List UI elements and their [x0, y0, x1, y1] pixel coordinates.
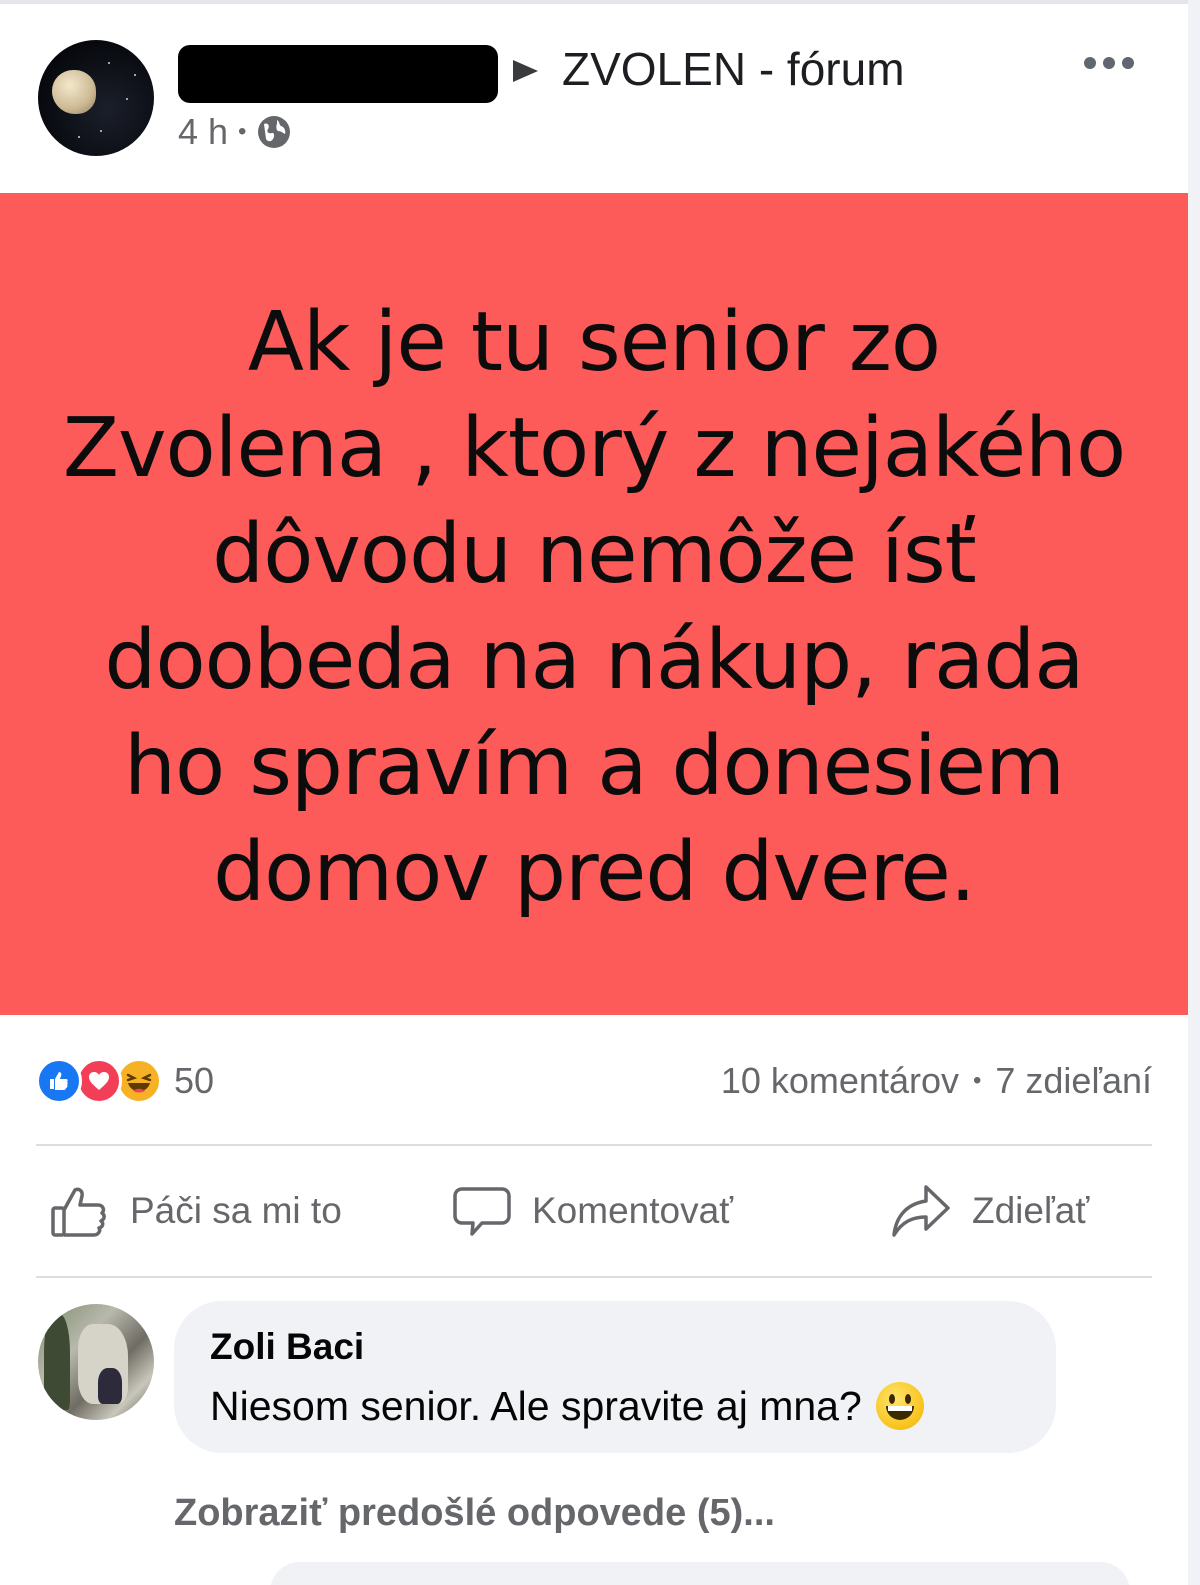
group-name-link[interactable]: ZVOLEN - fórum: [562, 40, 905, 98]
reaction-count[interactable]: 50: [174, 1060, 214, 1102]
comment-body: Niesom senior. Ale spravite aj mna?: [210, 1383, 862, 1429]
comment-icon: [453, 1187, 511, 1236]
right-edge: [1188, 0, 1200, 1585]
love-icon: [76, 1058, 122, 1104]
comments-count-link[interactable]: 10 komentárov: [721, 1060, 959, 1102]
eye: [904, 1394, 911, 1404]
thumbs-up-icon: [51, 1187, 106, 1237]
comment-button[interactable]: Komentovať: [452, 1180, 733, 1242]
haha-icon: [116, 1058, 162, 1104]
star-dot: [100, 130, 102, 132]
meta-separator: •: [238, 118, 247, 145]
post-text-line: Zvolena , ktorý z nejakého: [62, 401, 1126, 496]
tree-shape: [44, 1314, 70, 1410]
shares-count-link[interactable]: 7 zdieľaní: [995, 1060, 1152, 1102]
comment-text: Niesom senior. Ale spravite aj mna?: [210, 1378, 924, 1434]
share-button[interactable]: Zdieľať: [890, 1180, 1089, 1242]
author-avatar[interactable]: [38, 40, 154, 156]
post-text-line: Ak je tu senior zo: [247, 295, 941, 390]
comment-label: Komentovať: [532, 1190, 734, 1231]
share-label: Zdieľať: [972, 1190, 1090, 1231]
teeth: [887, 1406, 912, 1411]
post-text-line: doobeda na nákup, rada: [104, 613, 1084, 708]
author-name-redacted[interactable]: [178, 45, 498, 103]
dot: [1103, 57, 1115, 69]
post-meta: 4 h •: [178, 110, 292, 154]
globe-icon[interactable]: [256, 114, 292, 150]
star-dot: [78, 136, 80, 138]
comment-author[interactable]: Zoli Baci: [210, 1322, 364, 1372]
more-options-icon[interactable]: [1084, 56, 1134, 70]
dot: [1122, 57, 1134, 69]
dot: [1084, 57, 1096, 69]
post-text-line: dôvodu nemôže ísť: [212, 507, 977, 602]
star-dot: [126, 98, 128, 100]
next-comment-bubble[interactable]: [270, 1562, 1130, 1585]
post-stats: 10 komentárov • 7 zdieľaní: [721, 1056, 1152, 1106]
view-previous-replies-link[interactable]: Zobraziť predošlé odpovede (5)...: [174, 1486, 775, 1540]
like-icon: [36, 1058, 82, 1104]
star-dot: [134, 74, 136, 76]
divider: [36, 1276, 1152, 1278]
play-arrow-icon: [513, 60, 538, 82]
divider: [36, 1144, 1152, 1146]
top-divider: [0, 0, 1200, 4]
commenter-avatar[interactable]: [38, 1304, 154, 1420]
post-text-line: domov pred dvere.: [213, 825, 976, 920]
grinning-face-icon: [875, 1382, 924, 1430]
eye: [888, 1394, 895, 1404]
facebook-post-screen: ZVOLEN - fórum 4 h • Ak je tu senior zo …: [0, 0, 1200, 1585]
like-label: Páči sa mi to: [130, 1190, 342, 1231]
like-button[interactable]: Páči sa mi to: [48, 1180, 342, 1242]
share-arrow-icon: [892, 1185, 950, 1237]
person-shape: [98, 1368, 122, 1404]
stats-separator: •: [972, 1067, 982, 1094]
reactions-summary[interactable]: 50: [36, 1056, 214, 1106]
post-time[interactable]: 4 h: [178, 111, 228, 153]
moon-shape: [52, 70, 96, 114]
star-dot: [108, 62, 110, 64]
post-text-line: ho spravím a donesiem: [124, 719, 1065, 814]
post-text: Ak je tu senior zo Zvolena , ktorý z nej…: [60, 290, 1128, 926]
